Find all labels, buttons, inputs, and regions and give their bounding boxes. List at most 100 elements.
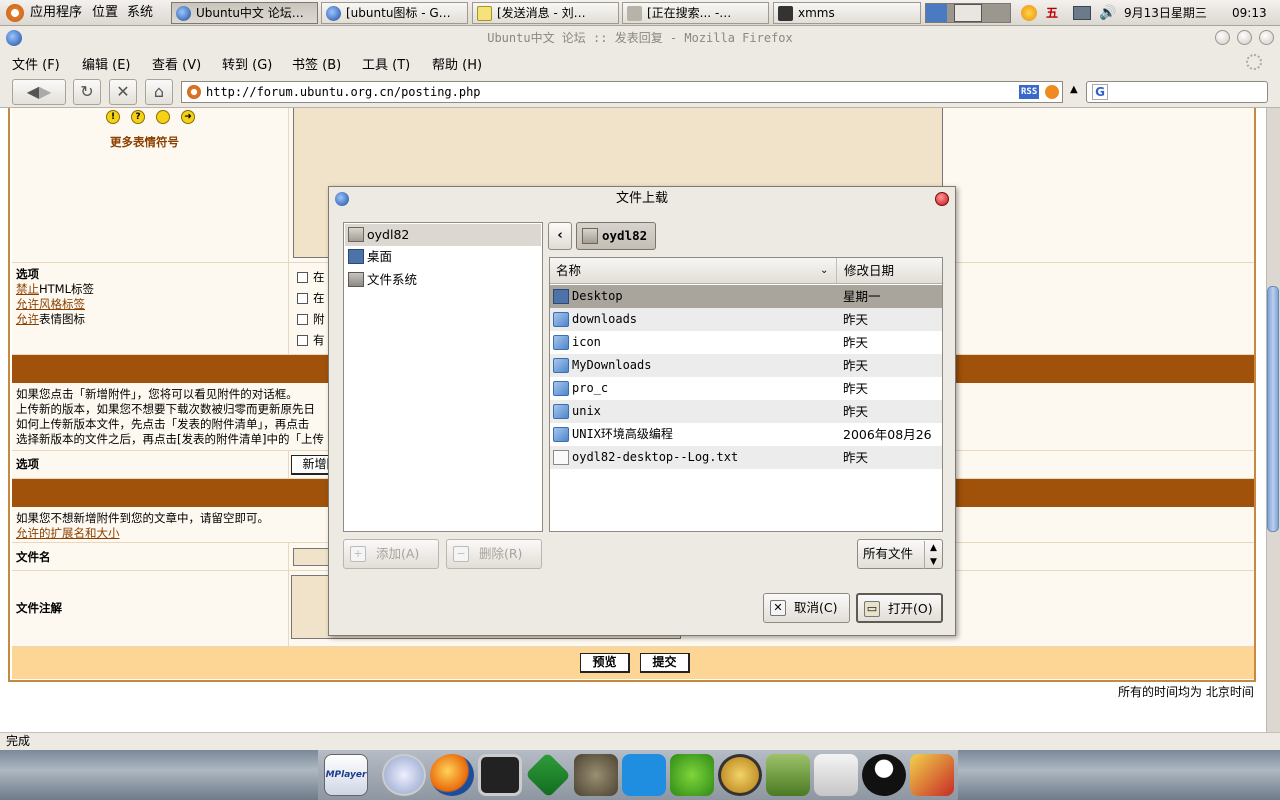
- menu-system[interactable]: 系统: [127, 4, 153, 22]
- option-checkbox[interactable]: [297, 272, 308, 283]
- date-label[interactable]: 9月13日星期三: [1124, 3, 1207, 23]
- file-row[interactable]: Desktop 星期一: [550, 285, 942, 308]
- file-row[interactable]: downloads 昨天: [550, 308, 942, 331]
- place-desktop[interactable]: 桌面: [345, 246, 541, 268]
- dreamweaver-icon[interactable]: [622, 754, 666, 796]
- google-icon[interactable]: G: [1092, 84, 1108, 100]
- menu-edit[interactable]: 编辑 (E): [82, 54, 131, 73]
- itunes-icon[interactable]: [382, 754, 426, 796]
- smilies-toggle-link[interactable]: 允许: [16, 312, 39, 326]
- menu-view[interactable]: 查看 (V): [152, 54, 201, 73]
- bbcode-toggle-link[interactable]: 允许: [16, 297, 39, 311]
- mplayer-icon[interactable]: MPlayer: [324, 754, 368, 796]
- network-icon[interactable]: [670, 754, 714, 796]
- file-row[interactable]: pro_c 昨天: [550, 377, 942, 400]
- menu-go[interactable]: 转到 (G): [222, 54, 272, 73]
- close-window-button[interactable]: [1259, 30, 1274, 45]
- reload-button[interactable]: ↻: [73, 79, 101, 105]
- file-filter-select[interactable]: 所有文件 ▲ ▼: [857, 539, 943, 569]
- dialog-close-button[interactable]: [935, 192, 949, 206]
- menu-file[interactable]: 文件 (F): [12, 54, 60, 73]
- file-name: oydl82-desktop--Log.txt: [572, 450, 739, 464]
- attach-info-line: 选择新版本的文件之后，再点击[发表的附件清单]中的「上传: [16, 432, 324, 446]
- no-attach-note: 如果您不想新增附件到您的文章中，请留空即可。: [16, 511, 269, 525]
- open-button[interactable]: ▭ 打开(O): [856, 593, 943, 623]
- weather-sun-icon[interactable]: [1021, 5, 1037, 21]
- firefox-icon[interactable]: [430, 754, 474, 796]
- task-ubuntu-icons[interactable]: [ubuntu图标 - G…: [321, 2, 468, 24]
- submit-button[interactable]: 提交: [640, 653, 690, 673]
- option-checkbox[interactable]: [297, 314, 308, 325]
- path-back-button[interactable]: ‹: [548, 222, 572, 250]
- task-xmms[interactable]: xmms: [773, 2, 921, 24]
- ubuntu-logo-icon[interactable]: [6, 4, 24, 22]
- exclaim-smiley-icon[interactable]: !: [106, 110, 120, 124]
- cancel-button[interactable]: ✕ 取消(C): [763, 593, 850, 623]
- url-text[interactable]: http://forum.ubuntu.org.cn/posting.php: [206, 85, 481, 99]
- books-icon[interactable]: [766, 754, 810, 796]
- menu-bookmarks[interactable]: 书签 (B): [292, 54, 341, 73]
- name-column-header[interactable]: 名称 ⌄: [550, 258, 837, 283]
- file-row[interactable]: icon 昨天: [550, 331, 942, 354]
- feed-icon[interactable]: [1045, 85, 1059, 99]
- file-name: downloads: [572, 312, 638, 326]
- file-row[interactable]: oydl82-desktop--Log.txt 昨天: [550, 446, 942, 469]
- clock-label[interactable]: 09:13: [1232, 3, 1267, 23]
- html-toggle-link[interactable]: 禁止: [16, 282, 39, 296]
- path-home-button[interactable]: oydl82: [576, 222, 656, 250]
- menu-places[interactable]: 位置: [92, 4, 118, 22]
- editor-icon[interactable]: [814, 754, 858, 796]
- terminal-icon[interactable]: [478, 754, 522, 796]
- task-send-message[interactable]: [发送消息 - 刘…: [472, 2, 619, 24]
- scrollbar-thumb[interactable]: [1267, 286, 1279, 532]
- maximize-button[interactable]: [1237, 30, 1252, 45]
- menu-applications[interactable]: 应用程序: [30, 4, 82, 22]
- allowed-extensions-link[interactable]: 允许的扩展名和大小: [16, 527, 120, 540]
- task-searching[interactable]: [正在搜索... -…: [622, 2, 769, 24]
- workspace-2[interactable]: [954, 4, 982, 22]
- forward-arrow-icon[interactable]: ▶: [39, 82, 51, 101]
- xmms-icon: [778, 6, 793, 21]
- bbcode-option-label[interactable]: 风格标签: [39, 297, 85, 311]
- workspace-1[interactable]: [926, 4, 947, 22]
- place-home[interactable]: oydl82: [345, 224, 541, 246]
- weekday-glyph: 五: [1046, 6, 1059, 20]
- option-checkbox[interactable]: [297, 293, 308, 304]
- more-smilies-link[interactable]: 更多表情符号: [110, 136, 179, 149]
- drive-icon: [348, 272, 364, 287]
- menu-help[interactable]: 帮助 (H): [432, 54, 482, 73]
- desktop-icon: [348, 249, 364, 264]
- network-icon[interactable]: [1073, 6, 1091, 20]
- back-arrow-icon[interactable]: ◀: [27, 82, 39, 101]
- back-forward-button[interactable]: ◀▶: [12, 79, 66, 105]
- arrow-smiley-icon[interactable]: ➜: [181, 110, 195, 124]
- reload-icon: ↻: [80, 82, 94, 101]
- file-row[interactable]: UNIX环境高级编程 2006年08月26日: [550, 423, 942, 465]
- idea-smiley-icon[interactable]: [156, 110, 170, 124]
- task-ubuntu-forum[interactable]: Ubuntu中文 论坛…: [171, 2, 318, 24]
- place-filesystem[interactable]: 文件系统: [345, 269, 541, 291]
- dropmarker-icon[interactable]: ▲: [1070, 84, 1078, 95]
- url-bar[interactable]: http://forum.ubuntu.org.cn/posting.php R…: [181, 81, 1063, 103]
- add-bookmark-button[interactable]: + 添加(A): [343, 539, 439, 569]
- gimp-icon[interactable]: [574, 754, 618, 796]
- stop-button[interactable]: ✕: [109, 79, 137, 105]
- remove-bookmark-button[interactable]: − 删除(R): [446, 539, 542, 569]
- question-smiley-icon[interactable]: ?: [131, 110, 145, 124]
- mail-icon[interactable]: [718, 754, 762, 796]
- workspace-switcher[interactable]: [925, 3, 1011, 23]
- menu-tools[interactable]: 工具 (T): [362, 54, 410, 73]
- file-row[interactable]: MyDownloads 昨天: [550, 354, 942, 377]
- rss-icon[interactable]: RSS: [1019, 85, 1040, 99]
- option-checkbox[interactable]: [297, 335, 308, 346]
- volume-icon[interactable]: 🔊: [1099, 4, 1117, 22]
- preview-button[interactable]: 预览: [580, 653, 630, 673]
- minimize-button[interactable]: [1215, 30, 1230, 45]
- smilies-option: 允许表情图标: [16, 313, 85, 326]
- search-input[interactable]: G: [1086, 81, 1268, 103]
- home-button[interactable]: ⌂: [145, 79, 173, 105]
- file-row[interactable]: unix 昨天: [550, 400, 942, 423]
- qq-icon[interactable]: [862, 754, 906, 796]
- dx-icon[interactable]: [910, 754, 954, 796]
- modified-column-header[interactable]: 修改日期: [838, 258, 942, 283]
